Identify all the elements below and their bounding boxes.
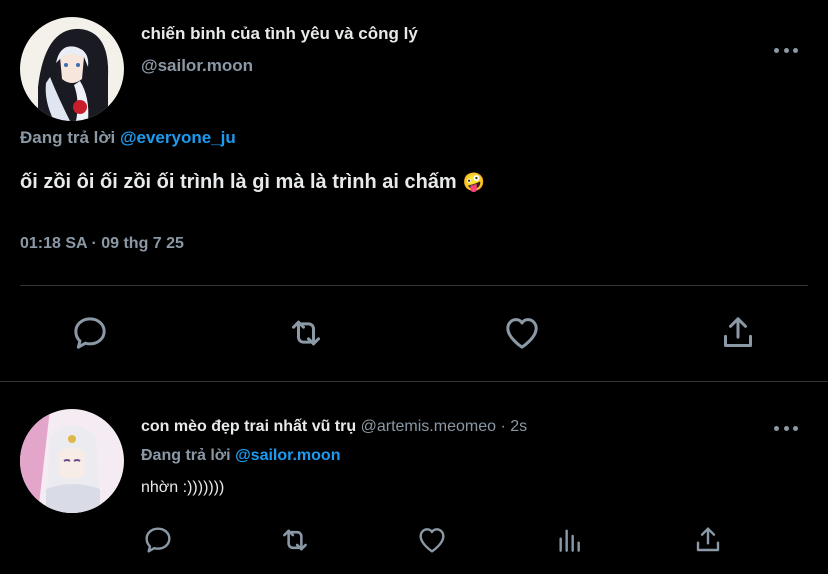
reply-separator: ·: [500, 418, 506, 435]
reply-author-avatar[interactable]: [20, 409, 124, 513]
more-dots-icon[interactable]: [772, 42, 800, 58]
reply-share-button[interactable]: [690, 522, 726, 558]
zany-face-emoji: 🤪: [462, 172, 486, 192]
reply-analytics-button[interactable]: [552, 522, 588, 558]
tweet-text-row: ối zồi ôi ối zồi ối trình là gì mà là tr…: [20, 171, 485, 194]
replying-to: Đang trả lời @everyone_ju: [20, 128, 236, 148]
reply-age[interactable]: 2s: [510, 418, 527, 435]
reply-retweet-button[interactable]: [274, 522, 316, 558]
reply-button[interactable]: [66, 312, 114, 354]
reply-more-dots-icon[interactable]: [772, 420, 800, 436]
author-handle[interactable]: @sailor.moon: [141, 56, 253, 76]
author-name[interactable]: chiến binh của tình yêu và công lý: [141, 24, 418, 44]
meta-separator: ·: [91, 235, 97, 252]
tweet-time: 01:18 SA: [20, 235, 87, 252]
reply-replying-to: Đang trả lời @sailor.moon: [141, 447, 340, 465]
heart-icon: [506, 318, 538, 349]
share-upload-icon: [696, 527, 720, 552]
tweet-timestamp[interactable]: 01:18 SA · 09 thg 7 25: [20, 235, 184, 253]
like-button[interactable]: [498, 312, 546, 354]
retweet-button[interactable]: [281, 312, 331, 354]
replying-to-mention[interactable]: @everyone_ju: [120, 128, 236, 147]
reply-text: nhờn :))))))): [141, 479, 225, 496]
divider: [20, 285, 808, 286]
reply-replying-to-label: Đang trả lời: [141, 447, 236, 464]
author-avatar[interactable]: [20, 17, 124, 121]
share-upload-icon: [724, 317, 752, 347]
heart-icon: [419, 528, 445, 553]
tweet-date: 09 thg 7 25: [101, 235, 184, 252]
tweet-text: ối zồi ôi ối zồi ối trình là gì mà là tr…: [20, 171, 457, 193]
speech-bubble-icon: [145, 527, 171, 553]
retweet-icon: [292, 320, 320, 346]
reply-author-line: con mèo đẹp trai nhất vũ trụ @artemis.me…: [141, 418, 527, 436]
retweet-icon: [283, 529, 307, 551]
reply-like-button[interactable]: [414, 522, 450, 558]
section-divider: [0, 381, 828, 382]
reply-author-handle[interactable]: @artemis.meomeo: [361, 418, 496, 435]
reply-replying-to-mention[interactable]: @sailor.moon: [235, 447, 340, 464]
reply-reply-button[interactable]: [140, 522, 176, 558]
reply-author-name[interactable]: con mèo đẹp trai nhất vũ trụ: [141, 418, 356, 435]
share-button[interactable]: [714, 312, 762, 354]
bar-chart-icon: [559, 529, 580, 552]
replying-to-label: Đang trả lời: [20, 128, 120, 147]
speech-bubble-icon: [74, 317, 106, 349]
